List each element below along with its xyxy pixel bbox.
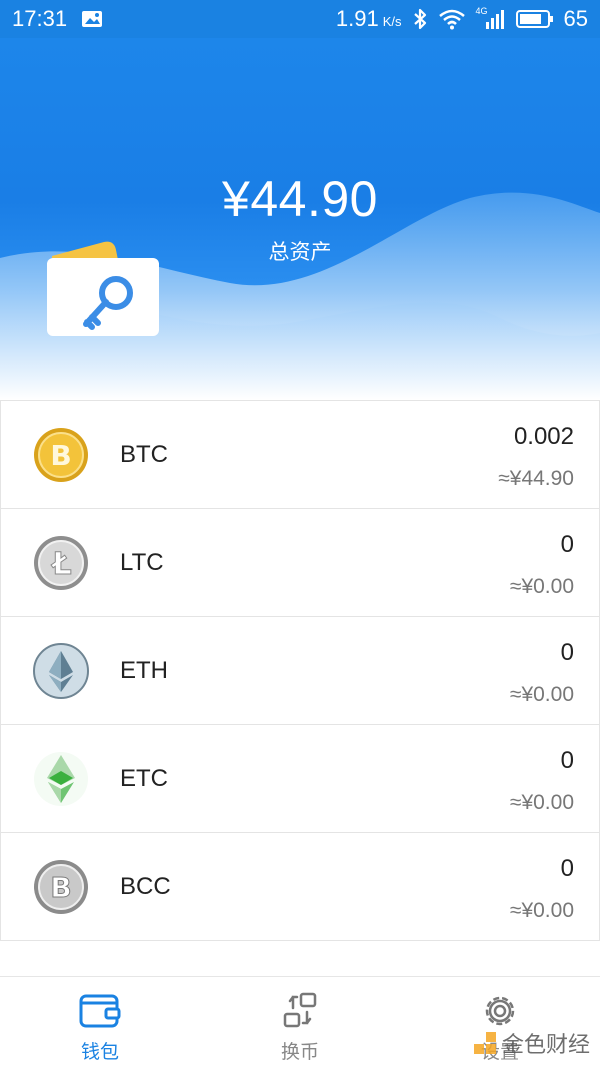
nav-exchange[interactable]: 换币 bbox=[200, 977, 400, 1067]
bitcoin-icon: B bbox=[34, 428, 88, 482]
nav-wallet-label: 钱包 bbox=[80, 1041, 119, 1063]
coin-row-bcc[interactable]: B BCC 0 ≈¥0.00 bbox=[0, 833, 600, 941]
coin-list: B BTC 0.002 ≈¥44.90 Ł LTC 0 ≈¥0.00 ETH 0… bbox=[0, 400, 600, 941]
coin-row-eth[interactable]: ETH 0 ≈¥0.00 bbox=[0, 617, 600, 725]
coin-row-ltc[interactable]: Ł LTC 0 ≈¥0.00 bbox=[0, 509, 600, 617]
bitcoin-cash-icon: B bbox=[34, 860, 88, 914]
coin-amount: 0 bbox=[560, 531, 574, 558]
coin-symbol: LTC bbox=[120, 549, 164, 576]
watermark-text: 金色财经 bbox=[501, 1033, 590, 1058]
battery-icon bbox=[515, 9, 554, 29]
coin-fiat-value: ≈¥0.00 bbox=[509, 575, 574, 598]
coin-symbol: BCC bbox=[120, 873, 171, 900]
coin-symbol: ETH bbox=[120, 657, 168, 684]
svg-text:B: B bbox=[50, 871, 71, 904]
watermark: 金色财经 bbox=[472, 1027, 590, 1059]
coin-amount: 0 bbox=[560, 747, 574, 774]
svg-text:Ł: Ł bbox=[50, 547, 71, 582]
coin-fiat-value: ≈¥0.00 bbox=[509, 899, 574, 922]
wallet-key-icon bbox=[47, 241, 159, 336]
signal-icon: 4G bbox=[476, 6, 506, 30]
coin-symbol: BTC bbox=[120, 441, 168, 468]
svg-text:B: B bbox=[50, 439, 71, 472]
coin-row-etc[interactable]: ETC 0 ≈¥0.00 bbox=[0, 725, 600, 833]
watermark-logo-icon bbox=[473, 1032, 496, 1054]
coin-symbol: ETC bbox=[120, 765, 168, 792]
coin-amount: 0.002 bbox=[513, 423, 574, 450]
image-notification-icon bbox=[81, 10, 103, 28]
coin-fiat-value: ≈¥44.90 bbox=[498, 467, 574, 490]
coin-row-btc[interactable]: B BTC 0.002 ≈¥44.90 bbox=[0, 401, 600, 509]
battery-level: 65 bbox=[563, 6, 588, 31]
ethereum-icon bbox=[33, 643, 89, 699]
coin-amount: 0 bbox=[560, 639, 574, 666]
nav-exchange-label: 换币 bbox=[280, 1041, 319, 1063]
coin-fiat-value: ≈¥0.00 bbox=[509, 683, 574, 706]
status-bar: 17:31 1.91 K/s 4G 65 bbox=[0, 0, 600, 38]
wallet-icon bbox=[79, 994, 121, 1028]
exchange-icon bbox=[283, 992, 317, 1028]
wifi-icon bbox=[438, 8, 466, 30]
balance-header: ¥44.90 总资产 bbox=[0, 38, 600, 400]
litecoin-icon: Ł bbox=[34, 536, 88, 590]
ethereum-classic-icon bbox=[34, 752, 88, 806]
total-balance: ¥44.90 bbox=[222, 171, 378, 227]
nav-wallet[interactable]: 钱包 bbox=[0, 977, 200, 1067]
bluetooth-icon bbox=[412, 8, 428, 30]
status-time: 17:31 bbox=[12, 6, 68, 31]
coin-fiat-value: ≈¥0.00 bbox=[509, 791, 574, 814]
net-speed: 1.91 K/s bbox=[335, 6, 402, 31]
coin-amount: 0 bbox=[560, 855, 574, 882]
gear-icon bbox=[485, 996, 515, 1026]
